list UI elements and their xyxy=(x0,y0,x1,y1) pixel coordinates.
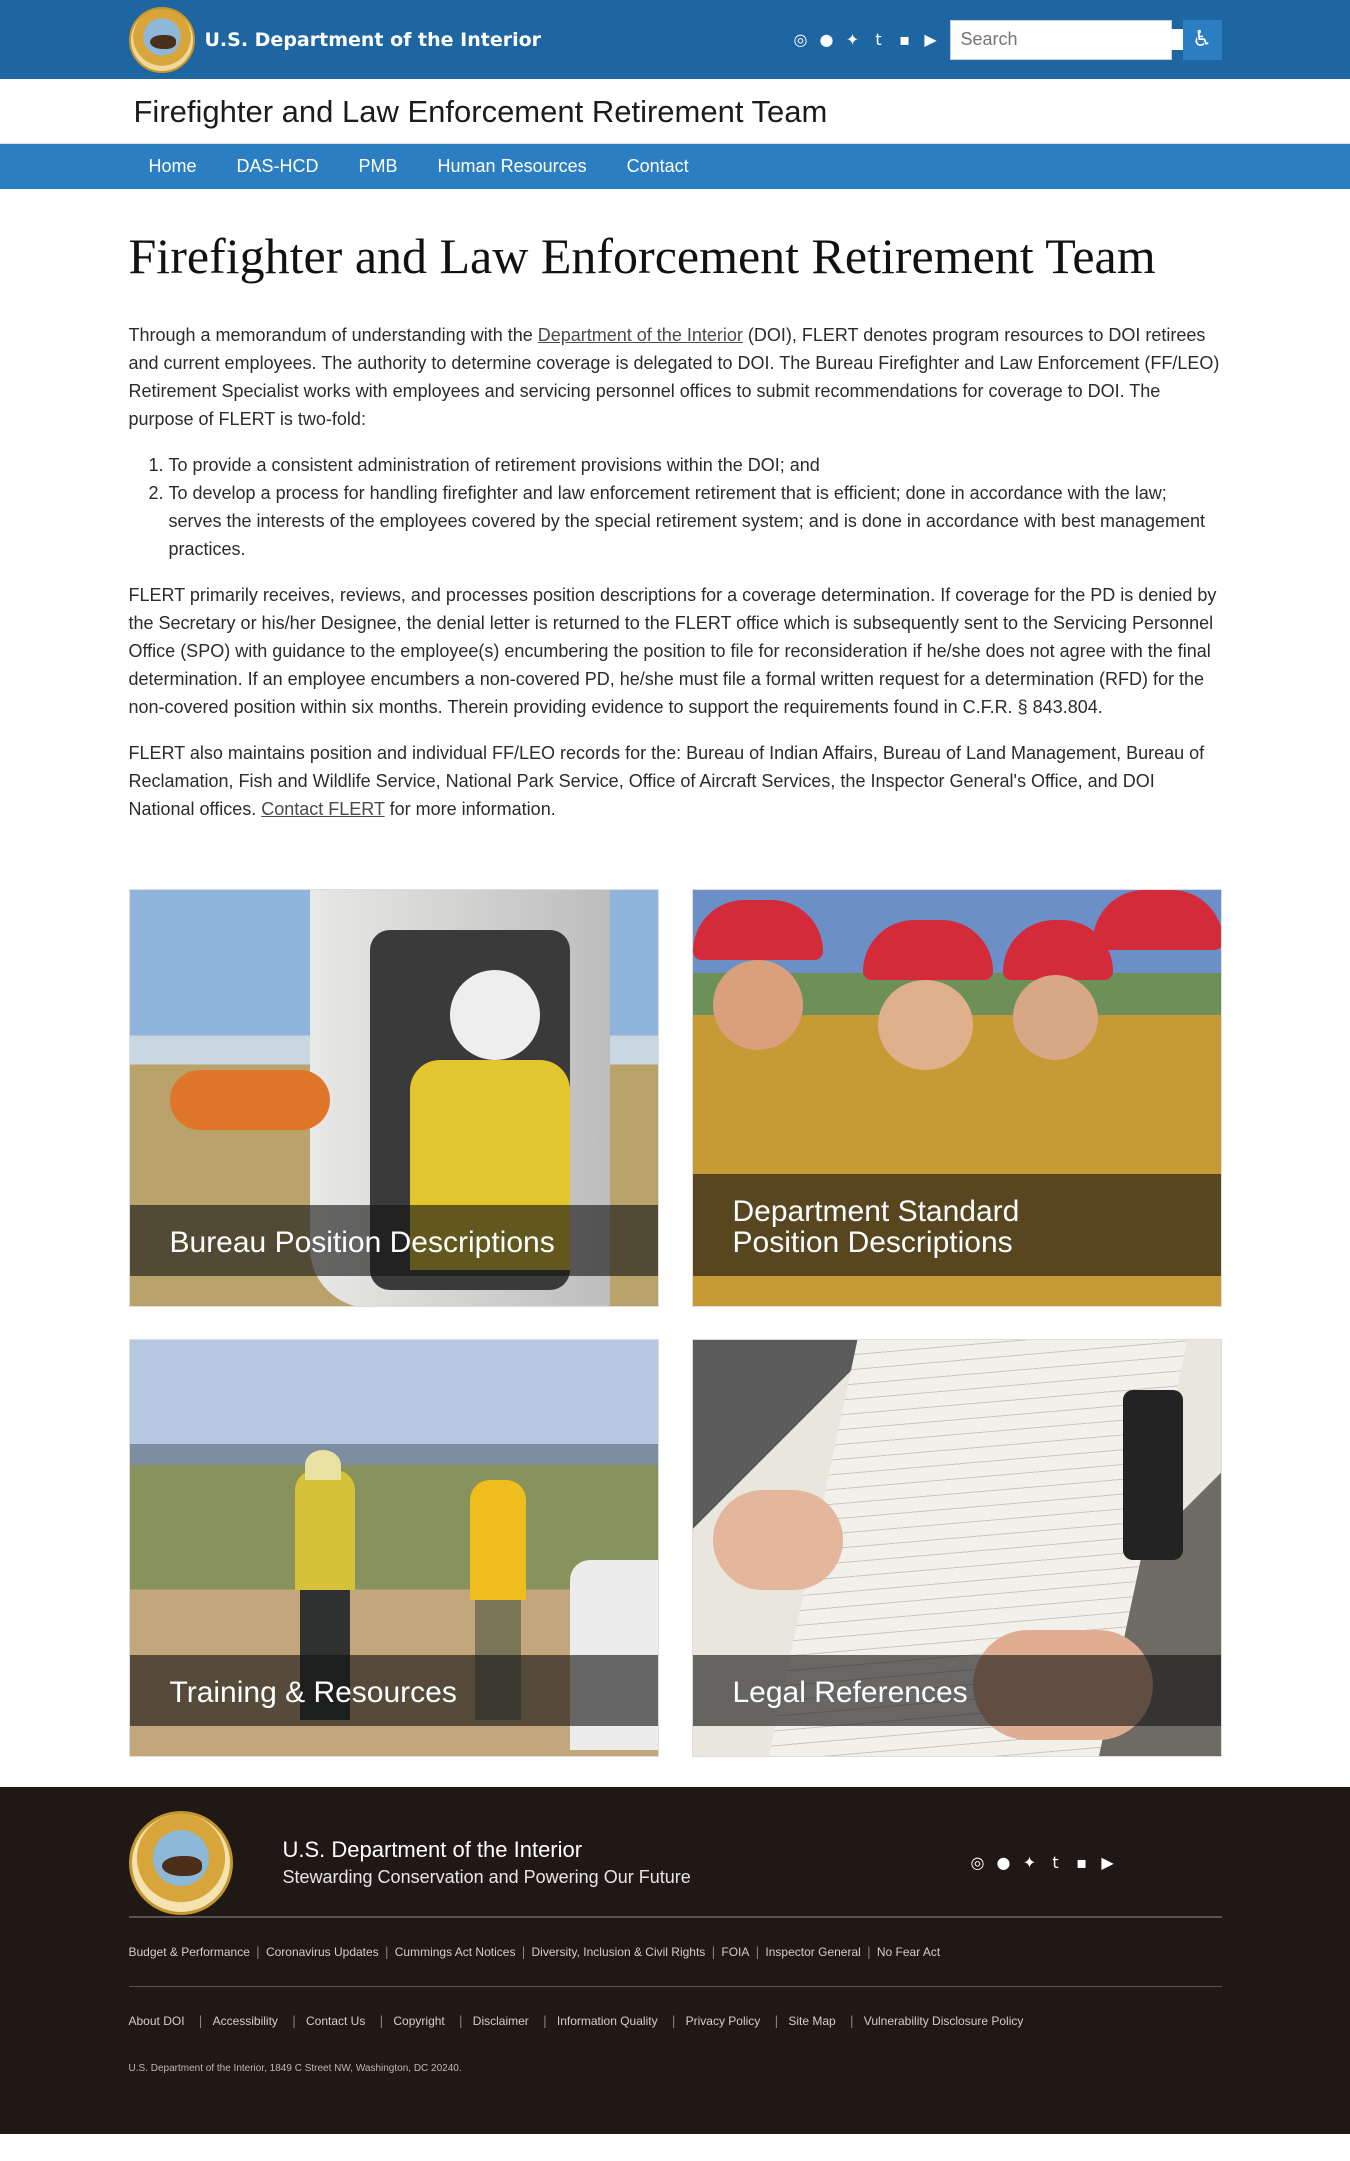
site-footer: U.S. Department of the Interior Stewardi… xyxy=(0,1787,1350,2134)
facebook-icon[interactable]: ● xyxy=(995,1853,1013,1872)
main-nav: Home DAS-HCD PMB Human Resources Contact xyxy=(0,144,1350,189)
nav-contact[interactable]: Contact xyxy=(607,156,709,177)
doi-link[interactable]: Department of the Interior xyxy=(538,325,743,345)
footer-social-links: ◎ ● ✦ t ▪ ▶ xyxy=(969,1853,1117,1872)
footer-link[interactable]: Cummings Act Notices xyxy=(395,1945,516,1959)
youtube-icon[interactable]: ▶ xyxy=(922,30,940,49)
card-grid: Bureau Position Descriptions Department … xyxy=(128,889,1222,1757)
card-department-standard-position-descriptions[interactable]: Department Standard Position Description… xyxy=(691,889,1222,1307)
footer-link[interactable]: Copyright xyxy=(393,2014,444,2028)
process-paragraph: FLERT primarily receives, reviews, and p… xyxy=(128,585,1217,717)
footer-link[interactable]: Site Map xyxy=(788,2014,835,2028)
footer-agency-name: U.S. Department of the Interior xyxy=(282,1837,583,1862)
card-training-resources[interactable]: Training & Resources xyxy=(128,1339,659,1757)
agency-name[interactable]: U.S. Department of the Interior xyxy=(205,29,792,51)
purpose-list: To provide a consistent administration o… xyxy=(169,451,1222,563)
twitter-icon[interactable]: ✦ xyxy=(844,30,862,49)
nav-das-hcd[interactable]: DAS-HCD xyxy=(217,156,339,177)
footer-address: U.S. Department of the Interior, 1849 C … xyxy=(128,2063,462,2074)
card-label: Bureau Position Descriptions xyxy=(129,1205,658,1276)
footer-link[interactable]: Vulnerability Disclosure Policy xyxy=(864,2014,1024,2028)
footer-link[interactable]: Accessibility xyxy=(213,2014,278,2028)
footer-links-primary: Budget & Performance | Coronavirus Update… xyxy=(128,1917,1222,1986)
top-bar: U.S. Department of the Interior ◎ ● ✦ t … xyxy=(0,0,1350,79)
footer-link[interactable]: Privacy Policy xyxy=(686,2014,761,2028)
contact-flert-link[interactable]: Contact FLERT xyxy=(261,799,384,819)
doi-seal-logo[interactable] xyxy=(128,1810,233,1915)
nav-human-resources[interactable]: Human Resources xyxy=(418,156,607,177)
site-name[interactable]: Firefighter and Law Enforcement Retireme… xyxy=(129,94,828,130)
search-box: ⌕ xyxy=(949,19,1204,60)
footer-link[interactable]: FOIA xyxy=(721,1945,749,1959)
facebook-icon[interactable]: ● xyxy=(818,30,836,49)
nav-pmb[interactable]: PMB xyxy=(339,156,418,177)
footer-tagline: Stewarding Conservation and Powering Our… xyxy=(282,1867,691,1887)
tumblr-icon[interactable]: t xyxy=(1047,1853,1065,1872)
list-item: To provide a consistent administration o… xyxy=(169,451,1222,479)
social-links: ◎ ● ✦ t ▪ ▶ xyxy=(792,30,940,49)
instagram-icon[interactable]: ◎ xyxy=(969,1853,987,1872)
intro-paragraph: Through a memorandum of understanding wi… xyxy=(128,325,1220,429)
footer-link[interactable]: No Fear Act xyxy=(877,1945,940,1959)
footer-link[interactable]: Disclaimer xyxy=(473,2014,529,2028)
flickr-icon[interactable]: ▪ xyxy=(896,30,914,49)
footer-link[interactable]: Budget & Performance xyxy=(129,1945,250,1959)
card-label: Legal References xyxy=(692,1655,1221,1726)
nav-home[interactable]: Home xyxy=(129,156,217,177)
instagram-icon[interactable]: ◎ xyxy=(792,30,810,49)
card-bureau-position-descriptions[interactable]: Bureau Position Descriptions xyxy=(128,889,659,1307)
footer-link[interactable]: Coronavirus Updates xyxy=(266,1945,379,1959)
site-header: Firefighter and Law Enforcement Retireme… xyxy=(0,79,1350,144)
doi-seal-logo[interactable] xyxy=(128,6,195,73)
footer-link[interactable]: Contact Us xyxy=(306,2014,365,2028)
twitter-icon[interactable]: ✦ xyxy=(1021,1853,1039,1872)
card-legal-references[interactable]: Legal References xyxy=(691,1339,1222,1757)
footer-link[interactable]: About DOI xyxy=(129,2014,185,2028)
accessibility-icon[interactable]: ♿ xyxy=(1182,19,1222,60)
page-title: Firefighter and Law Enforcement Retireme… xyxy=(128,228,1156,284)
card-label: Department Standard Position Description… xyxy=(692,1174,1221,1276)
tumblr-icon[interactable]: t xyxy=(870,30,888,49)
flickr-icon[interactable]: ▪ xyxy=(1073,1853,1091,1872)
search-input[interactable] xyxy=(960,29,1193,50)
footer-link[interactable]: Information Quality xyxy=(557,2014,658,2028)
footer-links-secondary: About DOI | Accessibility | Contact Us | Co… xyxy=(128,1986,1222,2055)
records-paragraph: FLERT also maintains position and indivi… xyxy=(128,743,1205,819)
footer-link[interactable]: Diversity, Inclusion & Civil Rights xyxy=(531,1945,705,1959)
footer-link[interactable]: Inspector General xyxy=(765,1945,860,1959)
card-label: Training & Resources xyxy=(129,1655,658,1726)
youtube-icon[interactable]: ▶ xyxy=(1099,1853,1117,1872)
list-item: To develop a process for handling firefi… xyxy=(169,479,1222,563)
